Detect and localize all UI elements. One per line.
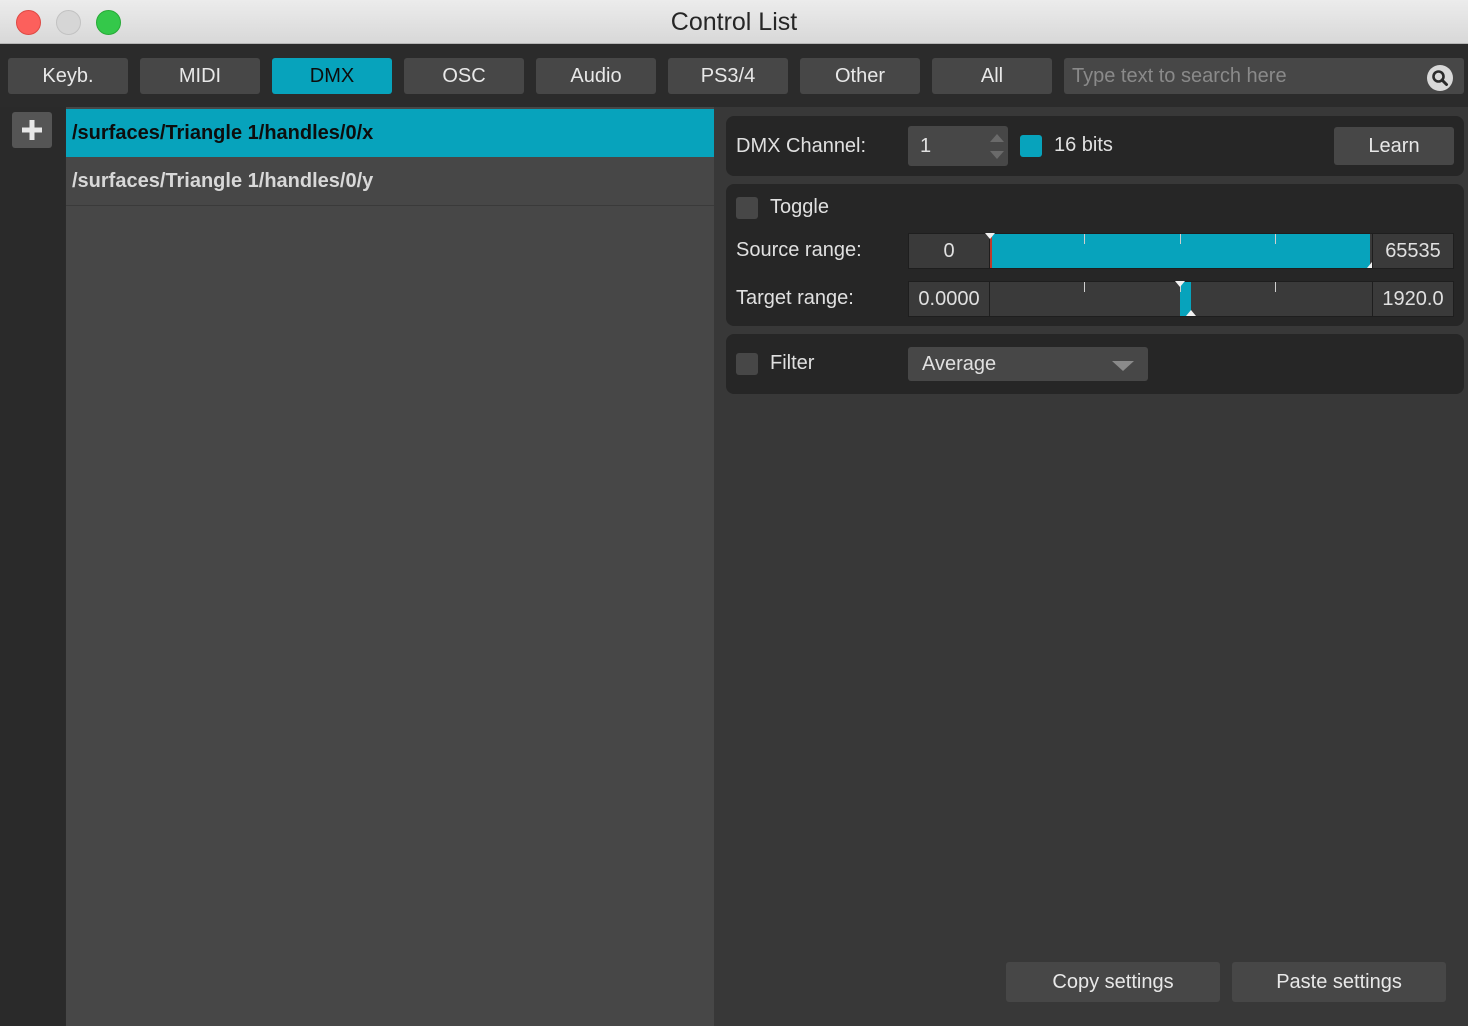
search-box [1064, 58, 1464, 94]
source-min-field[interactable]: 0 [908, 233, 990, 269]
device-tab-bar: Keyb. MIDI DMX OSC Audio PS3/4 Other All [0, 45, 1468, 107]
list-item[interactable]: /surfaces/Triangle 1/handles/0/y [66, 158, 714, 206]
list-item[interactable]: /surfaces/Triangle 1/handles/0/x [66, 109, 714, 157]
slider-tick [1084, 282, 1085, 292]
copy-settings-button[interactable]: Copy settings [1006, 962, 1220, 1002]
toggle-label: Toggle [770, 196, 829, 218]
target-max-field[interactable]: 1920.0 [1372, 281, 1454, 317]
plus-icon [22, 120, 42, 140]
source-min-marker-icon [985, 233, 995, 239]
filter-label: Filter [770, 352, 815, 374]
stepper-up-arrow-icon[interactable] [990, 134, 1004, 142]
dmx-channel-label: DMX Channel: [736, 135, 867, 157]
target-range-slider[interactable] [990, 281, 1372, 317]
16-bits-label: 16 bits [1054, 134, 1113, 156]
source-range-label: Source range: [736, 239, 862, 261]
slider-tick [1084, 234, 1085, 244]
learn-button[interactable]: Learn [1334, 127, 1454, 165]
slider-tick [1180, 234, 1181, 244]
tab-keyboard[interactable]: Keyb. [8, 58, 128, 94]
tab-ps34[interactable]: PS3/4 [668, 58, 788, 94]
target-max-marker-icon [1186, 310, 1196, 316]
list-toolbar [0, 107, 65, 1026]
tab-audio[interactable]: Audio [536, 58, 656, 94]
source-min-handle[interactable] [990, 234, 992, 268]
window-title: Control List [670, 8, 798, 36]
search-input[interactable] [1064, 58, 1424, 94]
tab-osc[interactable]: OSC [404, 58, 524, 94]
tab-midi[interactable]: MIDI [140, 58, 260, 94]
toggle-checkbox[interactable] [736, 197, 758, 219]
title-bar: Control List [0, 0, 1468, 44]
target-min-marker-icon [1175, 281, 1185, 287]
tab-all[interactable]: All [932, 58, 1052, 94]
dmx-channel-value: 1 [920, 135, 932, 157]
control-list-window: Control List Keyb. MIDI DMX OSC Audio PS… [0, 0, 1468, 1026]
filter-type-select[interactable]: Average [908, 347, 1148, 381]
tab-dmx[interactable]: DMX [272, 58, 392, 94]
control-list [66, 107, 714, 1026]
source-range-slider[interactable] [985, 233, 1377, 269]
filter-checkbox[interactable] [736, 353, 758, 375]
stepper-down-arrow-icon[interactable] [990, 151, 1004, 159]
target-range-label: Target range: [736, 287, 854, 309]
slider-tick [1275, 282, 1276, 292]
dmx-channel-stepper[interactable]: 1 [908, 126, 1008, 166]
tab-other[interactable]: Other [800, 58, 920, 94]
target-min-field[interactable]: 0.0000 [908, 281, 990, 317]
search-icon[interactable] [1427, 65, 1453, 91]
filter-type-value: Average [922, 353, 997, 375]
slider-tick [1275, 234, 1276, 244]
16-bits-checkbox[interactable] [1020, 135, 1042, 157]
source-max-field[interactable]: 65535 [1372, 233, 1454, 269]
add-control-button[interactable] [12, 112, 52, 148]
chevron-down-icon [1112, 361, 1134, 371]
paste-settings-button[interactable]: Paste settings [1232, 962, 1446, 1002]
